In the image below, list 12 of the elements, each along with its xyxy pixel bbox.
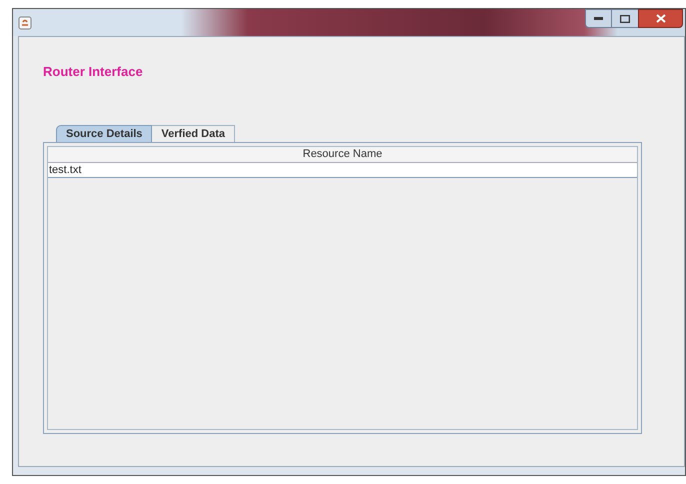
column-header[interactable]: Resource Name: [48, 147, 637, 163]
minimize-button[interactable]: [585, 9, 612, 28]
app-icon: [18, 16, 32, 30]
tab[interactable]: Source Details: [56, 125, 152, 142]
tab[interactable]: Verfied Data: [152, 125, 236, 142]
heading: Router Interface: [43, 64, 144, 80]
maximize-icon: [620, 14, 630, 22]
maximize-button[interactable]: [612, 9, 638, 28]
minimize-icon: [594, 17, 603, 20]
table-row[interactable]: test.txt: [48, 163, 637, 178]
close-button[interactable]: [638, 9, 683, 28]
close-icon: [656, 14, 666, 23]
